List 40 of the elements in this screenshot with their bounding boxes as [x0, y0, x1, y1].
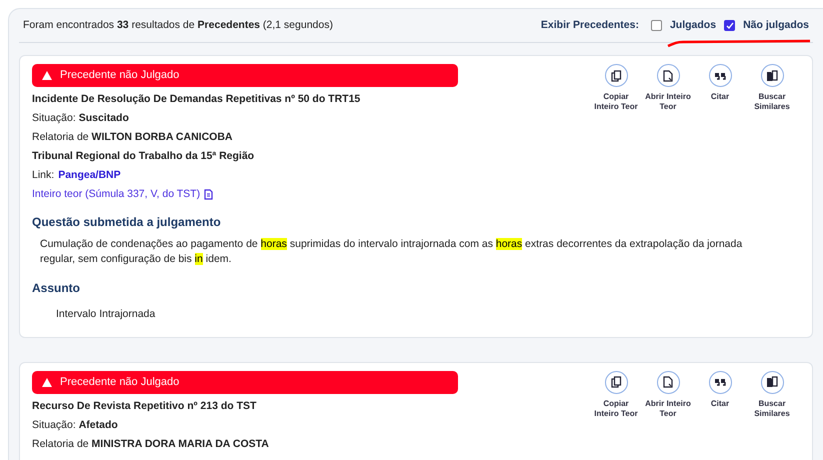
compare-icon [766, 70, 778, 82]
action-button[interactable]: Citar [696, 370, 744, 409]
document-icon [662, 70, 674, 82]
court-name: Tribunal Regional do Trabalho da 15ª Região [32, 150, 256, 163]
action-button[interactable]: Buscar Similares [748, 370, 796, 419]
action-button[interactable]: Abrir Inteiro Teor [644, 370, 692, 419]
warning-icon [42, 378, 52, 387]
action-button[interactable]: Abrir Inteiro Teor [644, 64, 692, 112]
link-label: Link: [32, 169, 54, 182]
status-text: Situação: Suscitado [32, 112, 130, 125]
document-link[interactable]: Inteiro teor (Súmula 337, V, do TST) [32, 188, 200, 201]
filter-label: Exibir Precedentes: [540, 18, 639, 33]
action-button[interactable]: Copiar Inteiro Teor [592, 370, 640, 419]
result-summary: Foram encontrados 33 resultados de Precedentes (2,1 segundos) [23, 18, 333, 33]
subject-text: Intervalo Intrajornada [56, 307, 156, 322]
checkbox-label[interactable]: Julgados [670, 18, 716, 34]
pdf-icon[interactable] [204, 189, 214, 200]
question-text: Cumulação de condenações ao pagamento de horas suprimidas do intervalo intrajornada com as horas extras decorrentes da extrapolação da jornada regular, sem configuração de bis in idem. [40, 237, 744, 267]
action-button[interactable]: Buscar Similares [748, 64, 796, 112]
action-button[interactable]: Citar [696, 64, 744, 102]
precedent-title: Incidente De Resolução De Demandas Repetitivas nº 50 do TRT15 [32, 93, 362, 106]
compare-icon [766, 376, 778, 388]
checkbox[interactable] [650, 20, 662, 31]
checkbox-label[interactable]: Não julgados [743, 18, 809, 34]
quote-icon [714, 376, 726, 388]
section-heading: Assunto [32, 280, 81, 297]
action-button[interactable]: Copiar Inteiro Teor [592, 64, 640, 112]
link[interactable]: Pangea/BNP [58, 169, 121, 182]
banner-text: Precedente não Julgado [60, 375, 180, 390]
banner-text: Precedente não Julgado [60, 68, 180, 84]
checkbox[interactable] [724, 20, 736, 31]
precedent-title: Recurso De Revista Repetitivo nº 213 do TST [32, 400, 258, 413]
copy-icon [610, 376, 622, 388]
rapporteur-text: Relatoria de MINISTRA DORA MARIA DA COSTA [32, 438, 270, 451]
copy-icon [610, 70, 622, 82]
status-text: Situação: Afetado [32, 418, 119, 432]
document-icon [662, 376, 674, 388]
rapporteur-text: Relatoria de WILTON BORBA CANICOBA [32, 131, 234, 144]
warning-icon [42, 71, 52, 80]
section-heading: Questão submetida a julgamento [32, 214, 222, 231]
